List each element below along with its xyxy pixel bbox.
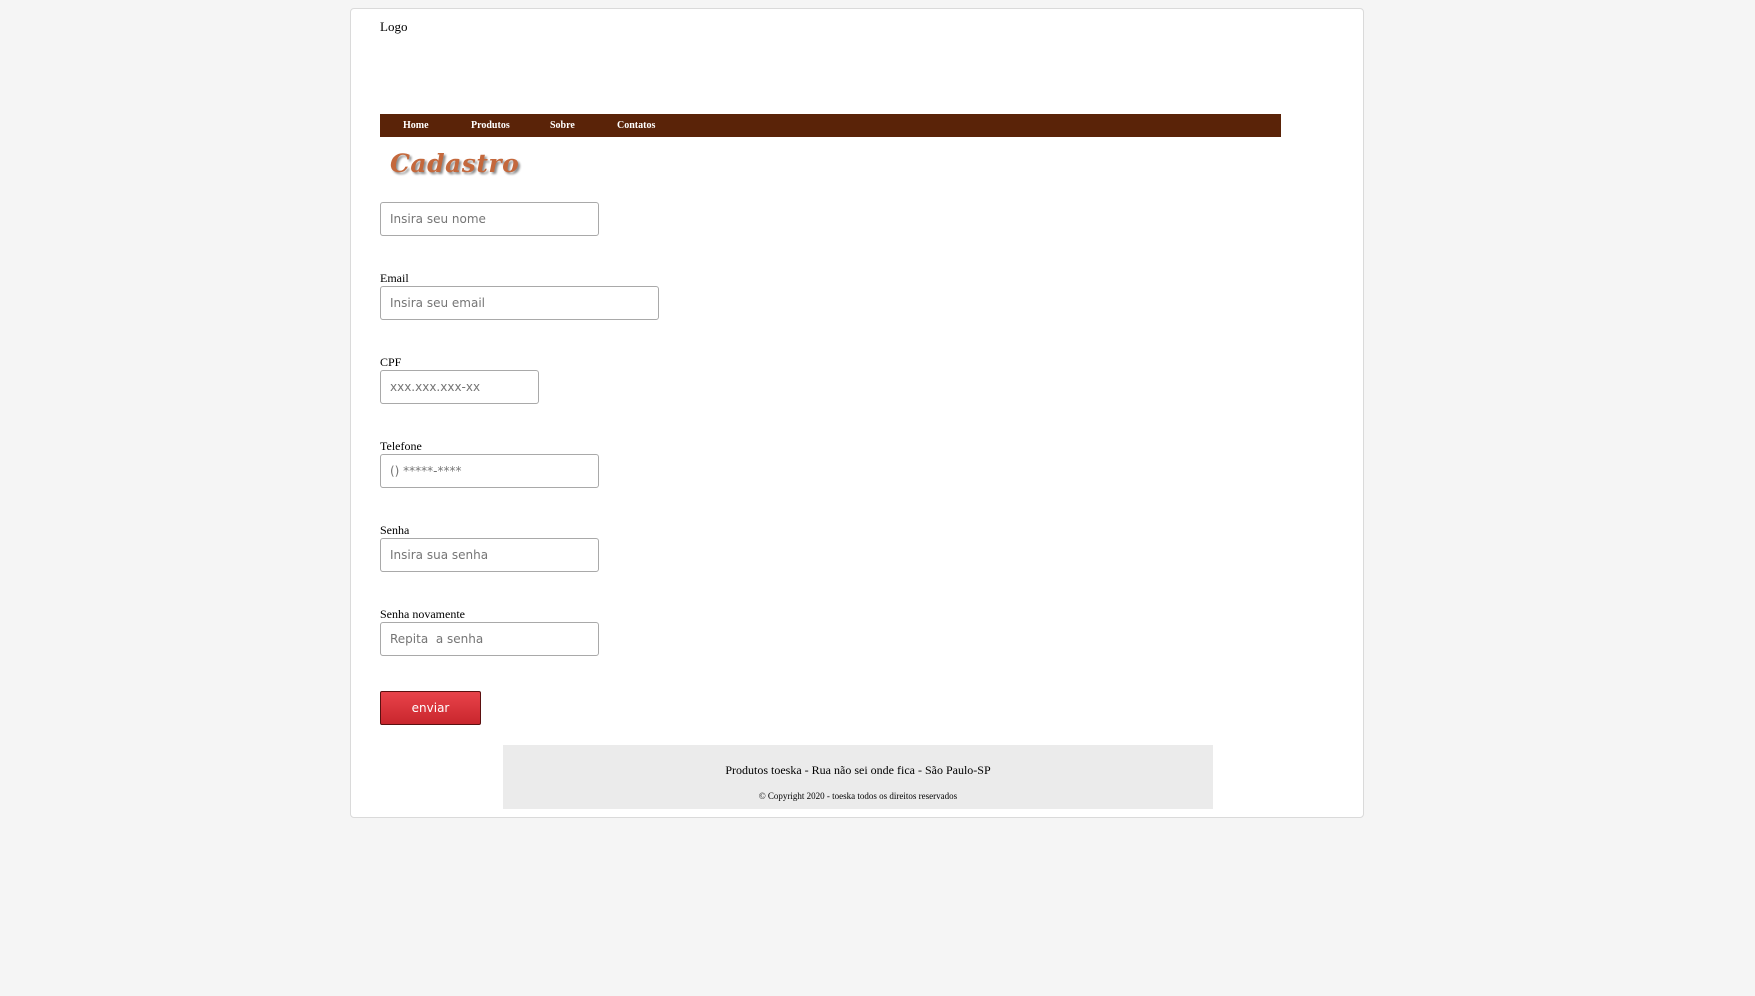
footer: Produtos toeska - Rua não sei onde fica … (503, 745, 1213, 809)
cpf-label: CPF (380, 355, 402, 369)
page-card: Logo Home Produtos Sobre Contatos Cadast… (350, 8, 1364, 818)
main-navbar: Home Produtos Sobre Contatos (380, 114, 1281, 137)
nav-item-contatos[interactable]: Contatos (617, 120, 677, 131)
senha-label: Senha (380, 523, 410, 537)
senha-novamente-label: Senha novamente (380, 607, 465, 621)
senha-input[interactable] (380, 538, 599, 572)
footer-address: Produtos toeska - Rua não sei onde fica … (725, 763, 991, 777)
page-title: Cadastro (390, 149, 520, 178)
submit-button[interactable]: enviar (380, 691, 481, 725)
cpf-input[interactable] (380, 370, 539, 404)
telefone-label: Telefone (380, 439, 422, 453)
nav-item-home[interactable]: Home (403, 120, 471, 131)
footer-copyright: © Copyright 2020 - toeska todos os direi… (758, 791, 958, 801)
nav-item-produtos[interactable]: Produtos (471, 120, 550, 131)
telefone-input[interactable] (380, 454, 599, 488)
senha-novamente-input[interactable] (380, 622, 599, 656)
email-label: Email (380, 271, 409, 285)
logo: Logo (380, 19, 408, 34)
nav-item-sobre[interactable]: Sobre (550, 120, 617, 131)
name-input[interactable] (380, 202, 599, 236)
email-input[interactable] (380, 286, 659, 320)
